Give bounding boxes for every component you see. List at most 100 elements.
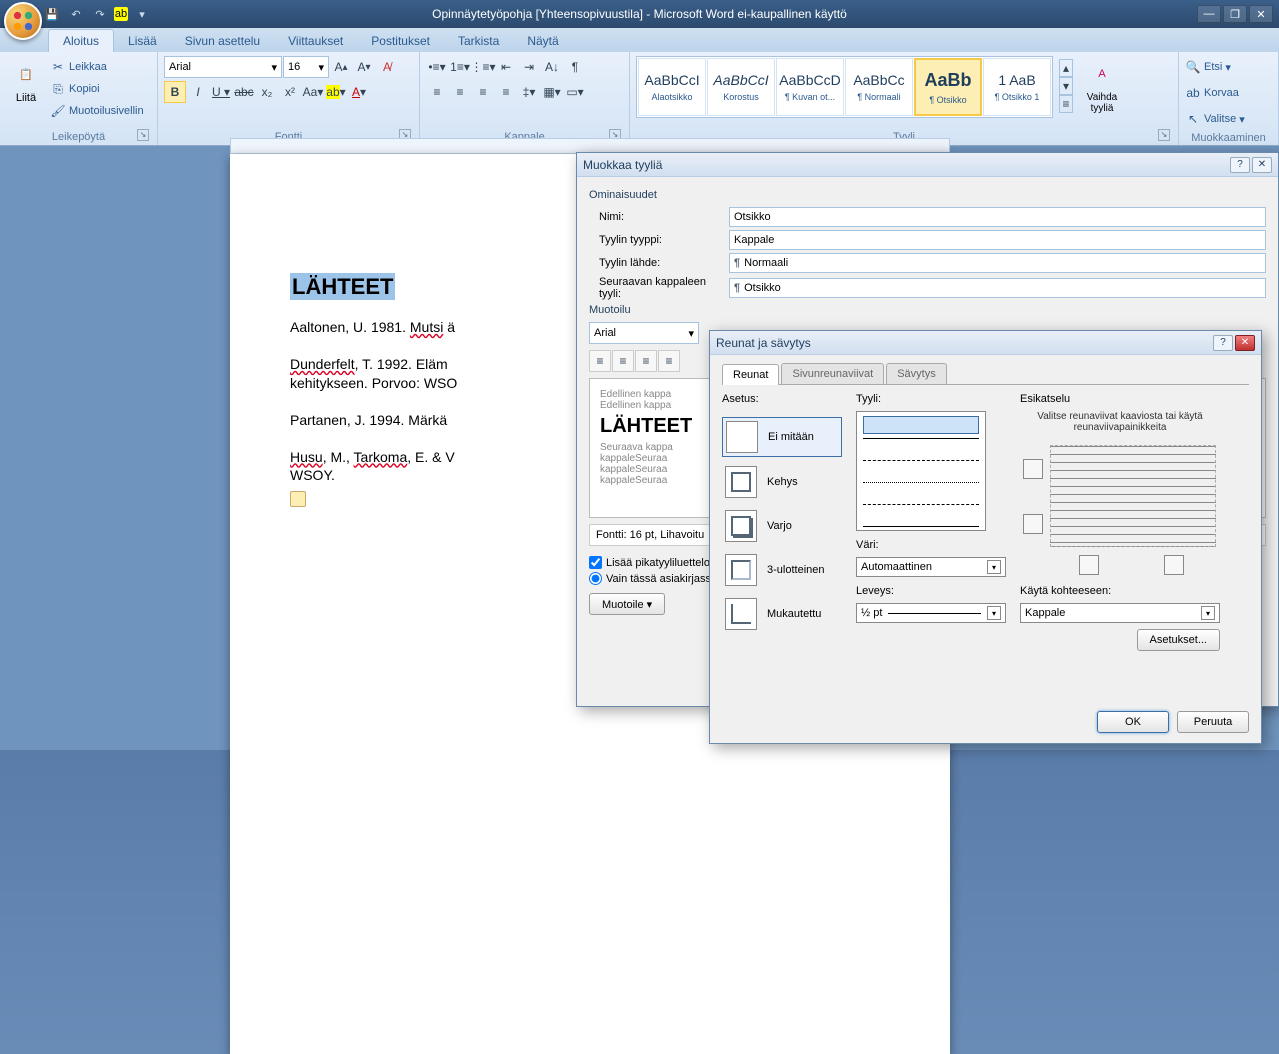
help-button[interactable]: ? bbox=[1230, 157, 1250, 173]
fmt-align-left[interactable]: ≡ bbox=[589, 350, 611, 372]
tab-view[interactable]: Näytä bbox=[513, 30, 572, 52]
shading-button[interactable]: ▦▾ bbox=[541, 81, 563, 103]
show-marks-button[interactable]: ¶ bbox=[564, 56, 586, 78]
tab-page-borders[interactable]: Sivunreunaviivat bbox=[781, 363, 884, 384]
italic-button[interactable]: I bbox=[187, 81, 209, 103]
replace-button[interactable]: abKorvaa bbox=[1185, 82, 1239, 104]
border-setting-option[interactable]: Mukautettu bbox=[722, 595, 842, 633]
border-right-button[interactable] bbox=[1164, 555, 1184, 575]
redo-icon[interactable]: ↷ bbox=[90, 4, 110, 24]
increase-indent-button[interactable]: ⇥ bbox=[518, 56, 540, 78]
justify-button[interactable]: ≡ bbox=[495, 81, 517, 103]
style-item[interactable]: AaBbCcD¶ Kuvan ot... bbox=[776, 58, 844, 116]
style-based-combo[interactable]: ¶Normaali bbox=[729, 253, 1266, 273]
border-top-button[interactable] bbox=[1023, 459, 1043, 479]
tab-review[interactable]: Tarkista bbox=[444, 30, 513, 52]
tab-references[interactable]: Viittaukset bbox=[274, 30, 357, 52]
decrease-indent-button[interactable]: ⇤ bbox=[495, 56, 517, 78]
undo-icon[interactable]: ↶ bbox=[66, 4, 86, 24]
styles-launcher[interactable]: ↘ bbox=[1158, 129, 1170, 141]
highlight-icon[interactable]: ab bbox=[114, 7, 128, 21]
align-right-button[interactable]: ≡ bbox=[472, 81, 494, 103]
tab-borders[interactable]: Reunat bbox=[722, 364, 779, 385]
font-name-combo[interactable]: Arial▾ bbox=[164, 56, 282, 78]
style-type-combo[interactable]: Kappale bbox=[729, 230, 1266, 250]
border-setting-option[interactable]: Kehys bbox=[722, 463, 842, 501]
fmt-font-combo[interactable]: Arial▾ bbox=[589, 322, 699, 344]
border-bottom-button[interactable] bbox=[1023, 514, 1043, 534]
clear-format-button[interactable]: A̸ bbox=[376, 56, 398, 78]
change-styles-button[interactable]: A Vaihda tyyliä bbox=[1077, 56, 1127, 116]
underline-button[interactable]: U ▾ bbox=[210, 81, 232, 103]
style-next-combo[interactable]: ¶Otsikko bbox=[729, 278, 1266, 298]
cancel-button[interactable]: Peruuta bbox=[1177, 711, 1249, 733]
superscript-button[interactable]: x² bbox=[279, 81, 301, 103]
options-button[interactable]: Asetukset... bbox=[1137, 629, 1220, 651]
border-left-button[interactable] bbox=[1079, 555, 1099, 575]
apply-to-combo[interactable]: Kappale▾ bbox=[1020, 603, 1220, 623]
font-size-combo[interactable]: 16▾ bbox=[283, 56, 329, 78]
change-case-button[interactable]: Aa▾ bbox=[302, 81, 324, 103]
tab-mailings[interactable]: Postitukset bbox=[357, 30, 444, 52]
paste-button[interactable]: 📋 Liitä bbox=[6, 56, 46, 106]
border-setting-option[interactable]: Varjo bbox=[722, 507, 842, 545]
font-color-button[interactable]: A▾ bbox=[348, 81, 370, 103]
style-item[interactable]: AaBbCcIKorostus bbox=[707, 58, 775, 116]
border-color-combo[interactable]: Automaattinen▾ bbox=[856, 557, 1006, 577]
bold-button[interactable]: B bbox=[164, 81, 186, 103]
bullets-button[interactable]: •≡▾ bbox=[426, 56, 448, 78]
highlight-button[interactable]: ab▾ bbox=[325, 81, 347, 103]
shrink-font-button[interactable]: A▾ bbox=[353, 56, 375, 78]
maximize-button[interactable]: ❐ bbox=[1223, 5, 1247, 23]
numbering-button[interactable]: 1≡▾ bbox=[449, 56, 471, 78]
fmt-align-right[interactable]: ≡ bbox=[635, 350, 657, 372]
cut-button[interactable]: ✂Leikkaa bbox=[50, 56, 144, 78]
style-item[interactable]: AaBbCc¶ Normaali bbox=[845, 58, 913, 116]
quick-style-checkbox[interactable] bbox=[589, 556, 602, 569]
doc-only-radio[interactable] bbox=[589, 572, 602, 585]
tab-insert[interactable]: Lisää bbox=[114, 30, 171, 52]
gallery-more[interactable]: ≡ bbox=[1059, 95, 1073, 113]
office-button[interactable] bbox=[4, 2, 42, 40]
dialog-close-button[interactable]: ✕ bbox=[1252, 157, 1272, 173]
fmt-align-center[interactable]: ≡ bbox=[612, 350, 634, 372]
gallery-down[interactable]: ▾ bbox=[1059, 77, 1073, 95]
grow-font-button[interactable]: A▴ bbox=[330, 56, 352, 78]
dialog-close-button[interactable]: ✕ bbox=[1235, 335, 1255, 351]
style-name-input[interactable]: Otsikko bbox=[729, 207, 1266, 227]
close-button[interactable]: ✕ bbox=[1249, 5, 1273, 23]
style-gallery[interactable]: AaBbCcIAlaotsikkoAaBbCcIKorostusAaBbCcD¶… bbox=[636, 56, 1053, 118]
qat-more-icon[interactable]: ▾ bbox=[132, 4, 152, 24]
paste-options-icon[interactable] bbox=[290, 491, 306, 507]
format-button[interactable]: Muotoile bbox=[589, 593, 665, 615]
find-button[interactable]: 🔍Etsi ▾ bbox=[1185, 56, 1231, 78]
tab-home[interactable]: Aloitus bbox=[48, 29, 114, 52]
border-style-list[interactable] bbox=[856, 411, 986, 531]
sort-button[interactable]: A↓ bbox=[541, 56, 563, 78]
border-setting-option[interactable]: Ei mitään bbox=[722, 417, 842, 457]
border-width-combo[interactable]: ½ pt▾ bbox=[856, 603, 1006, 623]
border-setting-option[interactable]: 3-ulotteinen bbox=[722, 551, 842, 589]
multilevel-button[interactable]: ⋮≡▾ bbox=[472, 56, 494, 78]
tab-layout[interactable]: Sivun asettelu bbox=[171, 30, 274, 52]
tab-shading[interactable]: Sävytys bbox=[886, 363, 947, 384]
style-item[interactable]: 1 AaB¶ Otsikko 1 bbox=[983, 58, 1051, 116]
help-button[interactable]: ? bbox=[1213, 335, 1233, 351]
borders-button[interactable]: ▭▾ bbox=[564, 81, 586, 103]
select-button[interactable]: ↖Valitse ▾ bbox=[1185, 108, 1245, 130]
format-painter-button[interactable]: 🖌Muotoilusivellin bbox=[50, 100, 144, 122]
strike-button[interactable]: abc bbox=[233, 81, 255, 103]
line-spacing-button[interactable]: ‡▾ bbox=[518, 81, 540, 103]
align-center-button[interactable]: ≡ bbox=[449, 81, 471, 103]
gallery-up[interactable]: ▴ bbox=[1059, 59, 1073, 77]
fmt-justify[interactable]: ≡ bbox=[658, 350, 680, 372]
doc-heading[interactable]: LÄHTEET bbox=[290, 273, 395, 300]
align-left-button[interactable]: ≡ bbox=[426, 81, 448, 103]
ok-button[interactable]: OK bbox=[1097, 711, 1169, 733]
clipboard-launcher[interactable]: ↘ bbox=[137, 129, 149, 141]
copy-button[interactable]: ⎘Kopioi bbox=[50, 78, 144, 100]
style-item[interactable]: AaBbCcIAlaotsikko bbox=[638, 58, 706, 116]
minimize-button[interactable]: — bbox=[1197, 5, 1221, 23]
subscript-button[interactable]: x₂ bbox=[256, 81, 278, 103]
save-icon[interactable]: 💾 bbox=[42, 4, 62, 24]
